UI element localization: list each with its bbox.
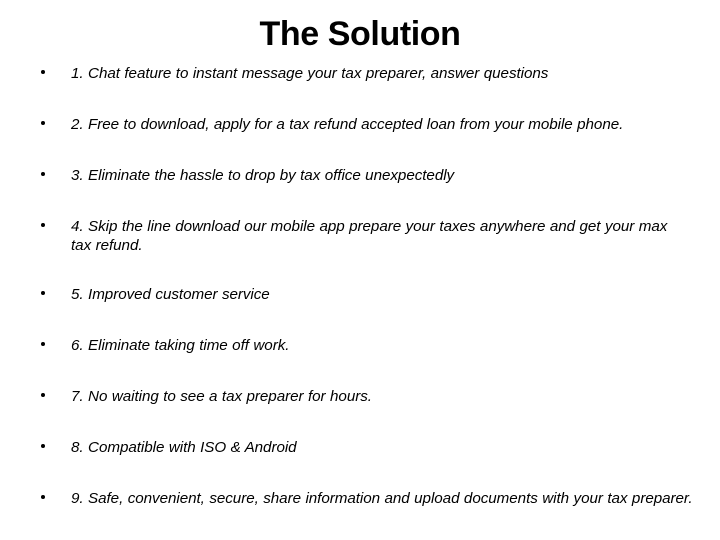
bullet-dot-icon: [41, 393, 45, 397]
list-item-text: 1. Chat feature to instant message your …: [71, 65, 549, 82]
list-item[interactable]: 6. Eliminate taking time off work.: [0, 336, 720, 355]
bullet-list: 1. Chat feature to instant message your …: [0, 64, 720, 540]
list-item-text: 7. No waiting to see a tax preparer for …: [71, 388, 372, 405]
list-item[interactable]: 4. Skip the line download our mobile app…: [0, 217, 720, 255]
list-item[interactable]: 9. Safe, convenient, secure, share infor…: [0, 489, 720, 508]
bullet-dot-icon: [41, 342, 45, 346]
list-item-text: 8. Compatible with ISO & Android: [71, 439, 297, 456]
bullet-dot-icon: [41, 172, 45, 176]
bullet-dot-icon: [41, 70, 45, 74]
list-item[interactable]: 7. No waiting to see a tax preparer for …: [0, 387, 720, 406]
list-item-text: 5. Improved customer service: [71, 286, 270, 303]
list-item-text: 3. Eliminate the hassle to drop by tax o…: [71, 167, 455, 184]
list-item[interactable]: 1. Chat feature to instant message your …: [0, 64, 720, 83]
list-item-text: 2. Free to download, apply for a tax ref…: [71, 116, 624, 133]
bullet-dot-icon: [41, 291, 45, 295]
bullet-dot-icon: [41, 121, 45, 125]
list-item[interactable]: 8. Compatible with ISO & Android: [0, 438, 720, 457]
page-title: The Solution: [259, 15, 461, 53]
bullet-dot-icon: [41, 444, 45, 448]
list-item[interactable]: 2. Free to download, apply for a tax ref…: [0, 115, 720, 134]
list-item-text: 9. Safe, convenient, secure, share infor…: [71, 490, 693, 507]
list-item-text: 4. Skip the line download our mobile app…: [71, 218, 668, 254]
list-item[interactable]: 5. Improved customer service: [0, 285, 720, 304]
presentation-slide: The Solution 1. Chat feature to instant …: [0, 0, 720, 540]
list-item-text: 6. Eliminate taking time off work.: [71, 337, 290, 354]
bullet-dot-icon: [41, 223, 45, 227]
bullet-dot-icon: [41, 495, 45, 499]
list-item[interactable]: 3. Eliminate the hassle to drop by tax o…: [0, 166, 720, 185]
